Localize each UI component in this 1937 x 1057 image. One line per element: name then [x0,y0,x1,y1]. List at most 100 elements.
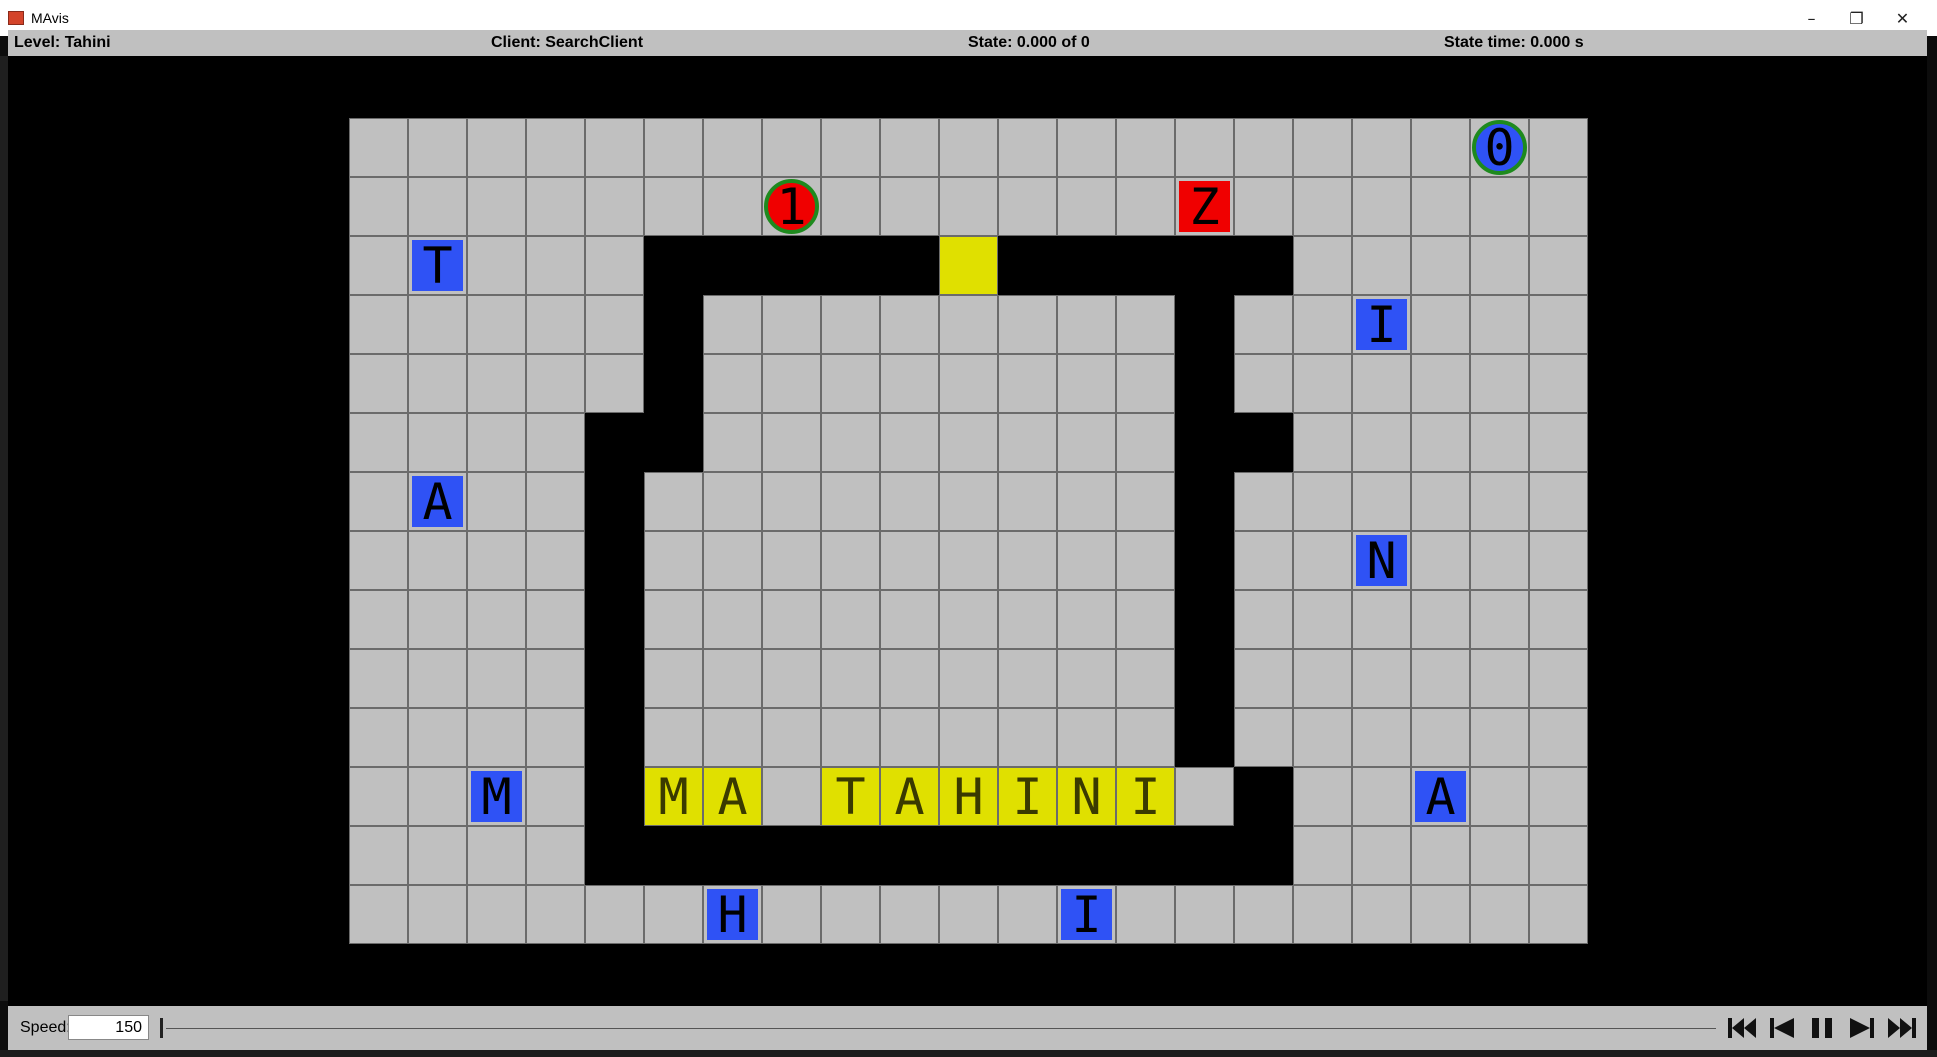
floor-cell [1293,531,1352,590]
floor-cell [467,177,526,236]
box-i: I [1061,886,1112,944]
floor-cell [939,649,998,708]
floor-cell [703,413,762,472]
state-label: State: 0.000 of 0 [968,34,1090,51]
floor-cell [526,118,585,177]
floor-cell [1529,177,1588,236]
floor-cell [644,590,703,649]
floor-cell [526,708,585,767]
floor-cell [1116,354,1175,413]
floor-cell [1116,708,1175,767]
floor-cell [1057,649,1116,708]
floor-cell [1234,885,1293,944]
floor-cell [1470,826,1529,885]
floor-cell [585,177,644,236]
os-taskbar [0,1050,1937,1057]
floor-cell [1411,295,1470,354]
floor-cell [1116,885,1175,944]
floor-cell [703,354,762,413]
state-slider[interactable] [166,1028,1716,1029]
skip-to-start-icon[interactable] [1724,1014,1760,1042]
floor-cell [703,531,762,590]
floor-cell [526,413,585,472]
floor-cell [939,708,998,767]
floor-cell [1234,354,1293,413]
floor-cell [644,118,703,177]
floor-cell [880,885,939,944]
floor-cell [880,649,939,708]
floor-cell [408,590,467,649]
floor-cell [1529,236,1588,295]
floor-cell [762,472,821,531]
floor-cell [998,708,1057,767]
floor-cell [939,885,998,944]
floor-cell [349,885,408,944]
floor-cell [998,118,1057,177]
slider-thumb[interactable] [160,1018,163,1038]
floor-cell [526,472,585,531]
floor-cell [821,354,880,413]
floor-cell [349,767,408,826]
floor-cell [1293,885,1352,944]
goal-cell: I [1116,767,1175,826]
floor-cell [762,531,821,590]
floor-cell [644,649,703,708]
floor-cell [585,236,644,295]
floor-cell [1470,295,1529,354]
floor-cell [1175,885,1234,944]
floor-cell [939,590,998,649]
speed-input[interactable]: 150 [68,1015,149,1040]
floor-cell [1057,708,1116,767]
floor-cell [1293,472,1352,531]
floor-cell [1293,767,1352,826]
floor-cell [1352,354,1411,413]
floor-cell [939,413,998,472]
floor-cell [821,472,880,531]
pause-icon[interactable] [1804,1014,1840,1042]
floor-cell [408,649,467,708]
floor-cell [467,236,526,295]
floor-cell [762,590,821,649]
box-a: A [412,473,463,531]
floor-cell [1352,767,1411,826]
goal-cell: H [939,767,998,826]
playback-bar: Speed: 150 [8,1006,1927,1050]
floor-cell [762,767,821,826]
floor-cell [1234,177,1293,236]
step-back-icon[interactable] [1764,1014,1800,1042]
floor-cell [1529,649,1588,708]
floor-cell [644,472,703,531]
floor-cell [526,767,585,826]
floor-cell [644,885,703,944]
floor-cell [1234,590,1293,649]
floor-cell [1411,118,1470,177]
floor-cell [467,354,526,413]
floor-cell [1352,708,1411,767]
floor-cell [1411,236,1470,295]
floor-cell [1529,767,1588,826]
skip-to-end-icon[interactable] [1884,1014,1920,1042]
floor-cell [939,354,998,413]
floor-cell [1352,649,1411,708]
floor-cell [1234,531,1293,590]
goal-cell: A [703,767,762,826]
floor-cell [1057,531,1116,590]
box-z: Z [1179,178,1230,236]
floor-cell [467,531,526,590]
box-i: I [1356,296,1407,354]
floor-cell [880,708,939,767]
floor-cell [880,590,939,649]
floor-cell [1529,531,1588,590]
floor-cell [762,885,821,944]
floor-cell [1175,118,1234,177]
app-icon [8,11,24,25]
floor-cell [1470,472,1529,531]
floor-cell [526,531,585,590]
floor-cell [1293,236,1352,295]
step-forward-icon[interactable] [1844,1014,1880,1042]
goal-cell: I [998,767,1057,826]
floor-cell [349,649,408,708]
floor-cell [1470,708,1529,767]
window-title: MAvis [31,10,69,26]
floor-cell [1116,177,1175,236]
